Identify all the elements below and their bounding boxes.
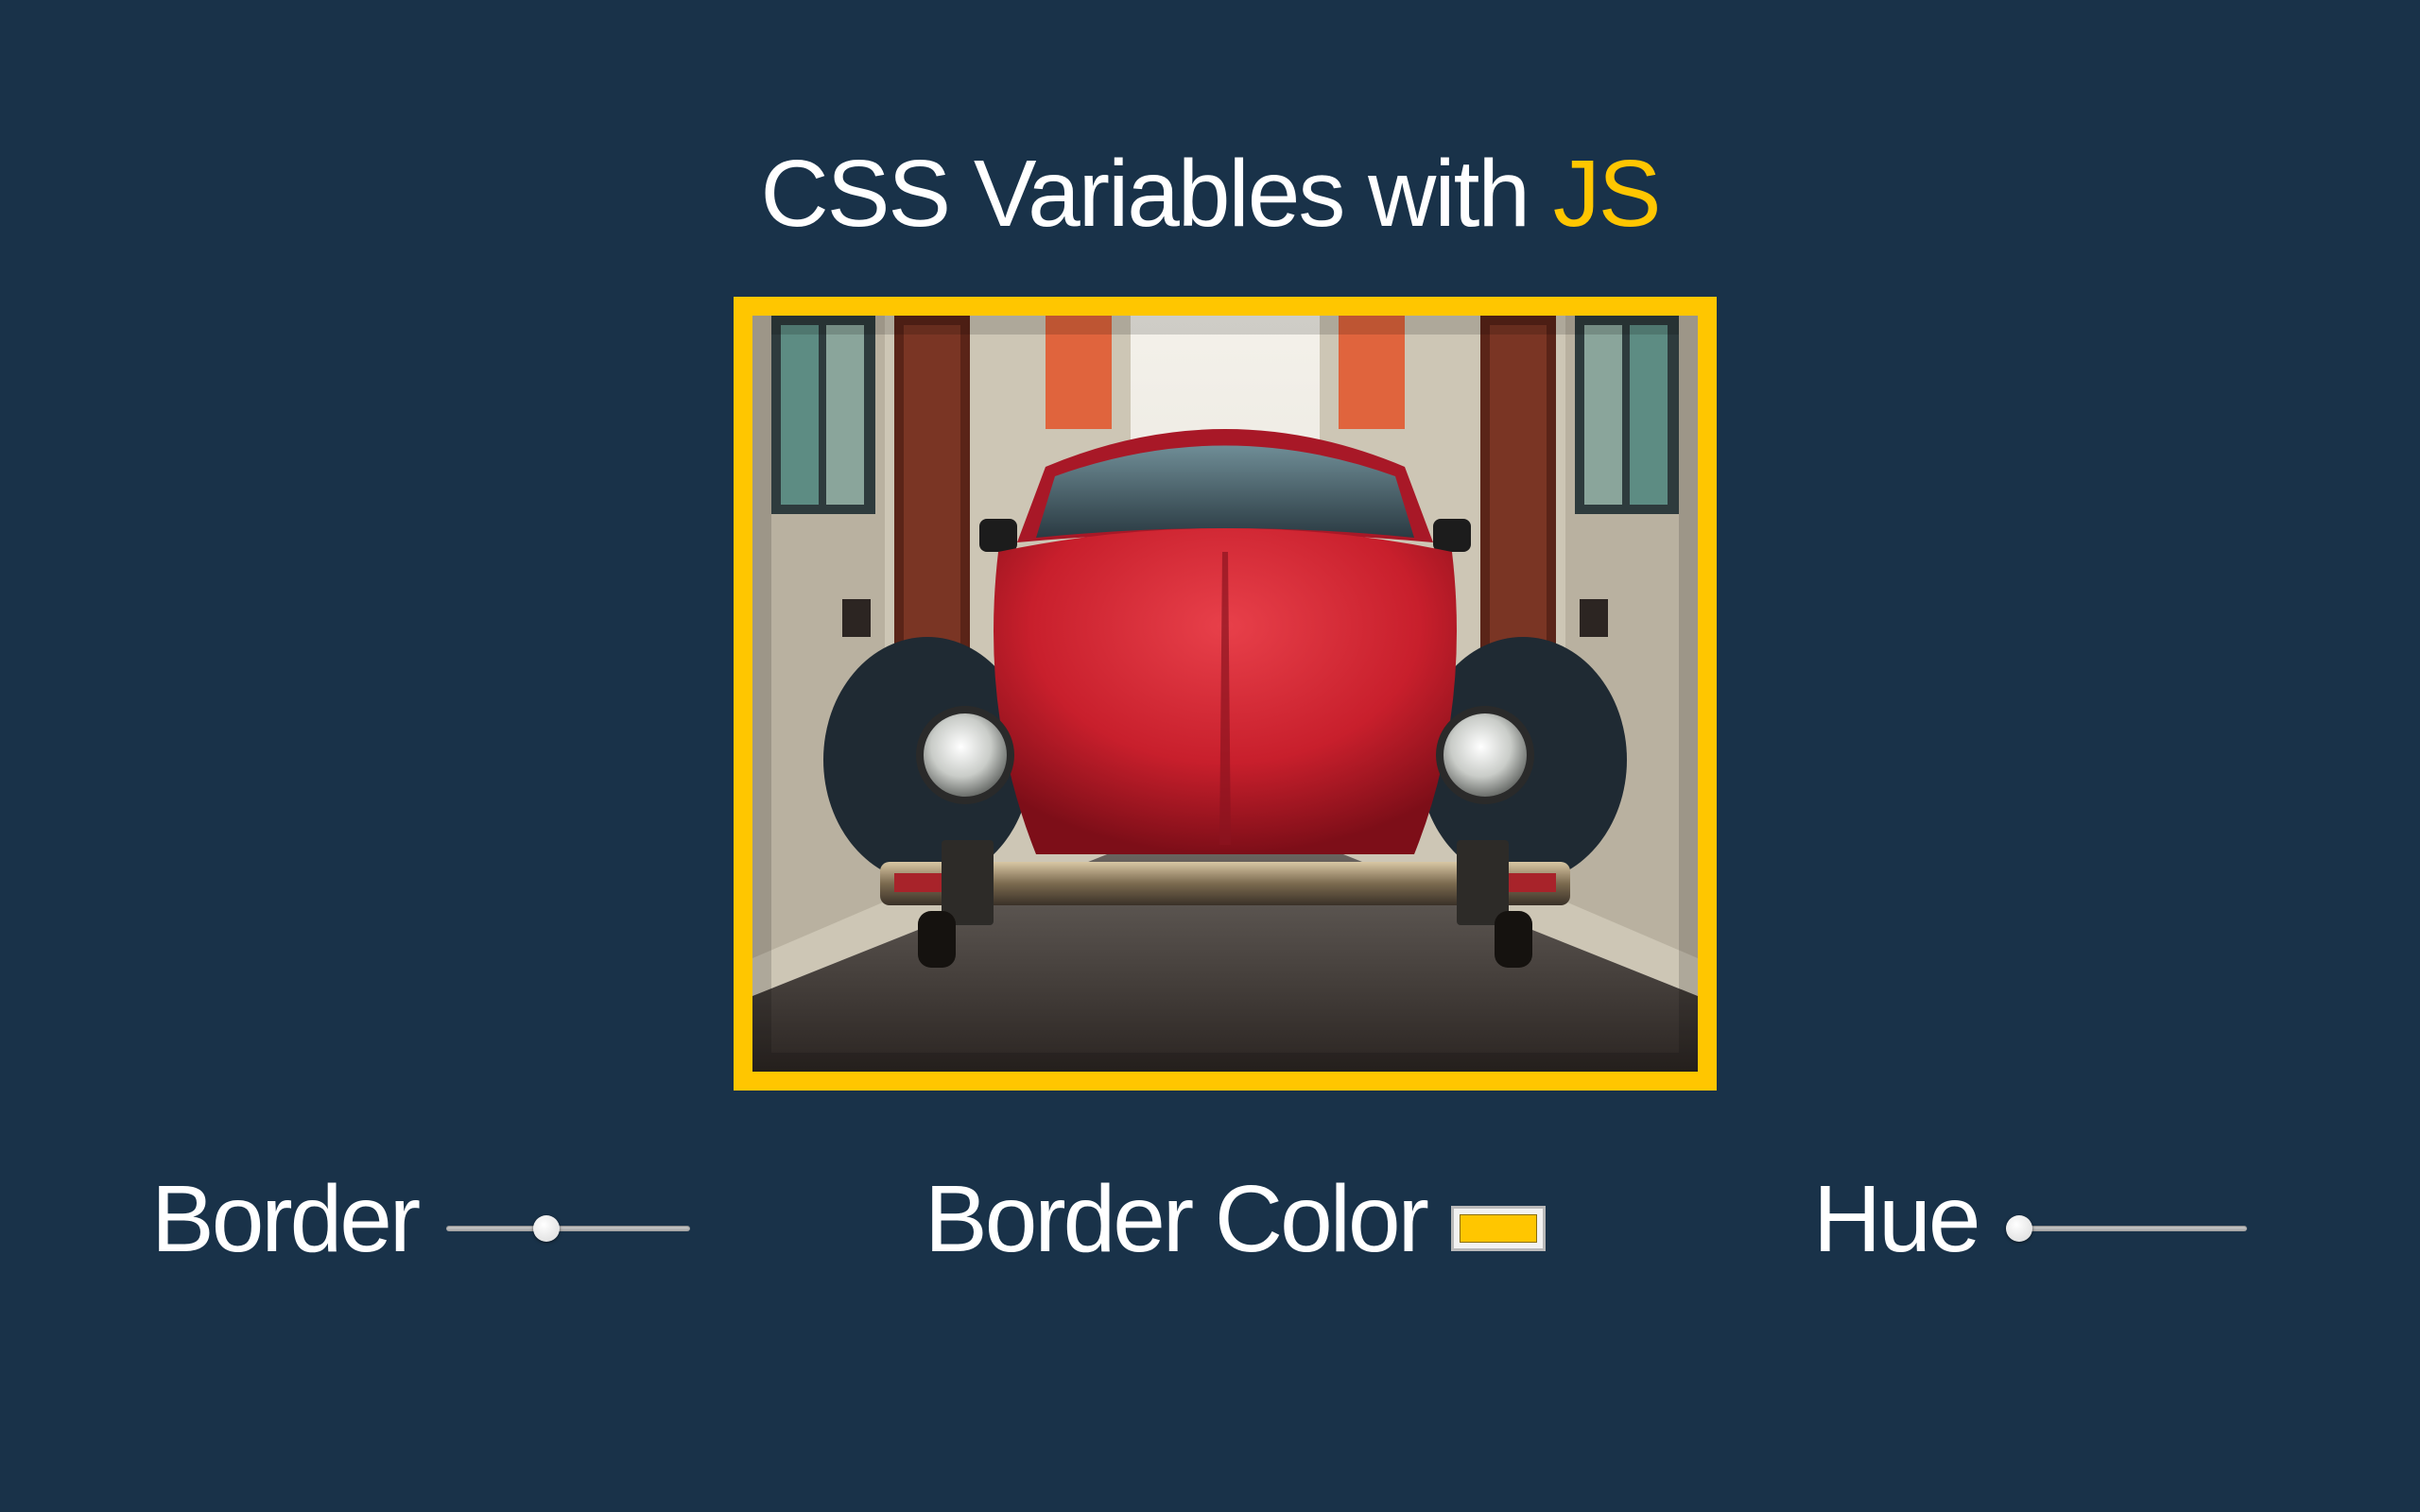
border-color-label: Border Color: [925, 1166, 1429, 1272]
border-slider[interactable]: [446, 1210, 691, 1247]
border-label: Border: [151, 1166, 421, 1272]
border-slider-thumb[interactable]: [533, 1215, 561, 1242]
page-title-highlight: JS: [1552, 141, 1662, 247]
border-slider-track[interactable]: [446, 1226, 691, 1231]
hue-control: Hue: [1813, 1162, 2248, 1276]
page: CSS Variables with JS Border Border Colo…: [0, 0, 2420, 1512]
page-title: CSS Variables with JS: [0, 132, 2420, 255]
hue-slider-thumb[interactable]: [2006, 1215, 2033, 1242]
hue-slider-track[interactable]: [2006, 1226, 2248, 1231]
border-color-picker[interactable]: [1450, 1206, 1546, 1251]
photo-frame: [734, 297, 1717, 1091]
border-color-control: Border Color: [925, 1162, 1546, 1276]
border-color-swatch[interactable]: [1459, 1214, 1537, 1243]
car-photo: [752, 316, 1698, 1072]
page-title-text: CSS Variables with: [760, 141, 1530, 247]
hue-slider[interactable]: [2006, 1210, 2248, 1247]
border-control: Border: [151, 1162, 691, 1276]
hue-label: Hue: [1813, 1166, 1980, 1272]
